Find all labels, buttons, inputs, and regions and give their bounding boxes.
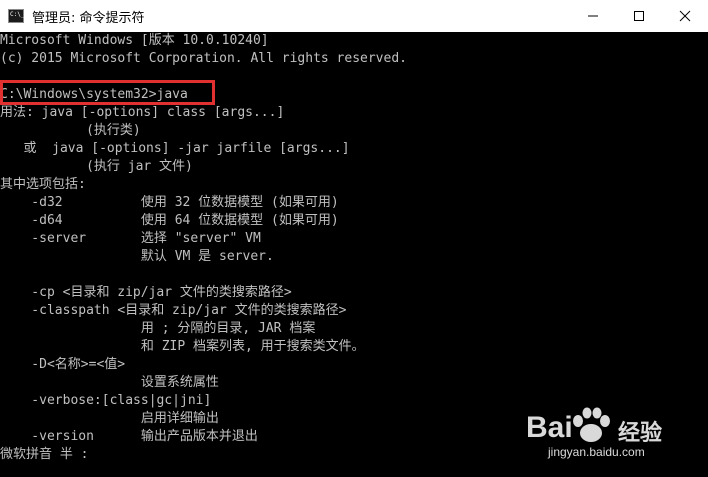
- console-line: (执行类): [0, 123, 141, 138]
- ime-status-line: 微软拼音 半 :: [0, 447, 89, 462]
- watermark-suffix: 经验: [618, 421, 663, 446]
- console-line: -D<名称>=<值>: [0, 357, 126, 372]
- watermark-brand: Bai: [526, 411, 573, 444]
- window-title: 管理员: 命令提示符: [32, 10, 145, 26]
- console-line: (c) 2015 Microsoft Corporation. All righ…: [0, 51, 407, 66]
- console-line: 启用详细输出: [0, 411, 219, 426]
- maximize-button[interactable]: [616, 0, 662, 32]
- console-line: -classpath <目录和 zip/jar 文件的类搜索路径>: [0, 303, 347, 318]
- console-line: 设置系统属性: [0, 375, 219, 390]
- console-line: Microsoft Windows [版本 10.0.10240]: [0, 33, 269, 48]
- cmd-window: 管理员: 命令提示符 Microsoft Windows [版本 10.0.10…: [0, 0, 708, 477]
- close-icon: [679, 10, 691, 22]
- highlight-box: [0, 80, 215, 105]
- console-line: -cp <目录和 zip/jar 文件的类搜索路径>: [0, 285, 292, 300]
- console-line: -server 选择 "server" VM: [0, 231, 261, 246]
- console-line: -d64 使用 64 位数据模型 (如果可用): [0, 213, 339, 228]
- minimize-button[interactable]: [570, 0, 616, 32]
- minimize-icon: [588, 15, 598, 17]
- close-button[interactable]: [662, 0, 708, 32]
- console-line: -d32 使用 32 位数据模型 (如果可用): [0, 195, 339, 210]
- console-line: 用 ; 分隔的目录, JAR 档案: [0, 321, 316, 336]
- console-line: (执行 jar 文件): [0, 159, 193, 174]
- cmd-app-icon[interactable]: [8, 9, 24, 23]
- console-line: 或 java [-options] -jar jarfile [args...]: [0, 141, 350, 156]
- console-line: -verbose:[class|gc|jni]: [0, 393, 212, 408]
- baidu-jingyan-watermark: Bai 经验 jingyan.baidu.com: [526, 407, 698, 463]
- watermark-url: jingyan.baidu.com: [548, 445, 645, 459]
- console-line: 用法: java [-options] class [args...]: [0, 105, 285, 120]
- console-line: -version 输出产品版本并退出: [0, 429, 258, 444]
- title-bar[interactable]: 管理员: 命令提示符: [0, 0, 708, 32]
- maximize-icon: [634, 11, 644, 21]
- console-line: 默认 VM 是 server.: [0, 249, 274, 264]
- console-line: 和 ZIP 档案列表, 用于搜索类文件。: [0, 339, 365, 354]
- console-line: 其中选项包括:: [0, 177, 86, 192]
- baidu-paw-icon: [573, 407, 610, 442]
